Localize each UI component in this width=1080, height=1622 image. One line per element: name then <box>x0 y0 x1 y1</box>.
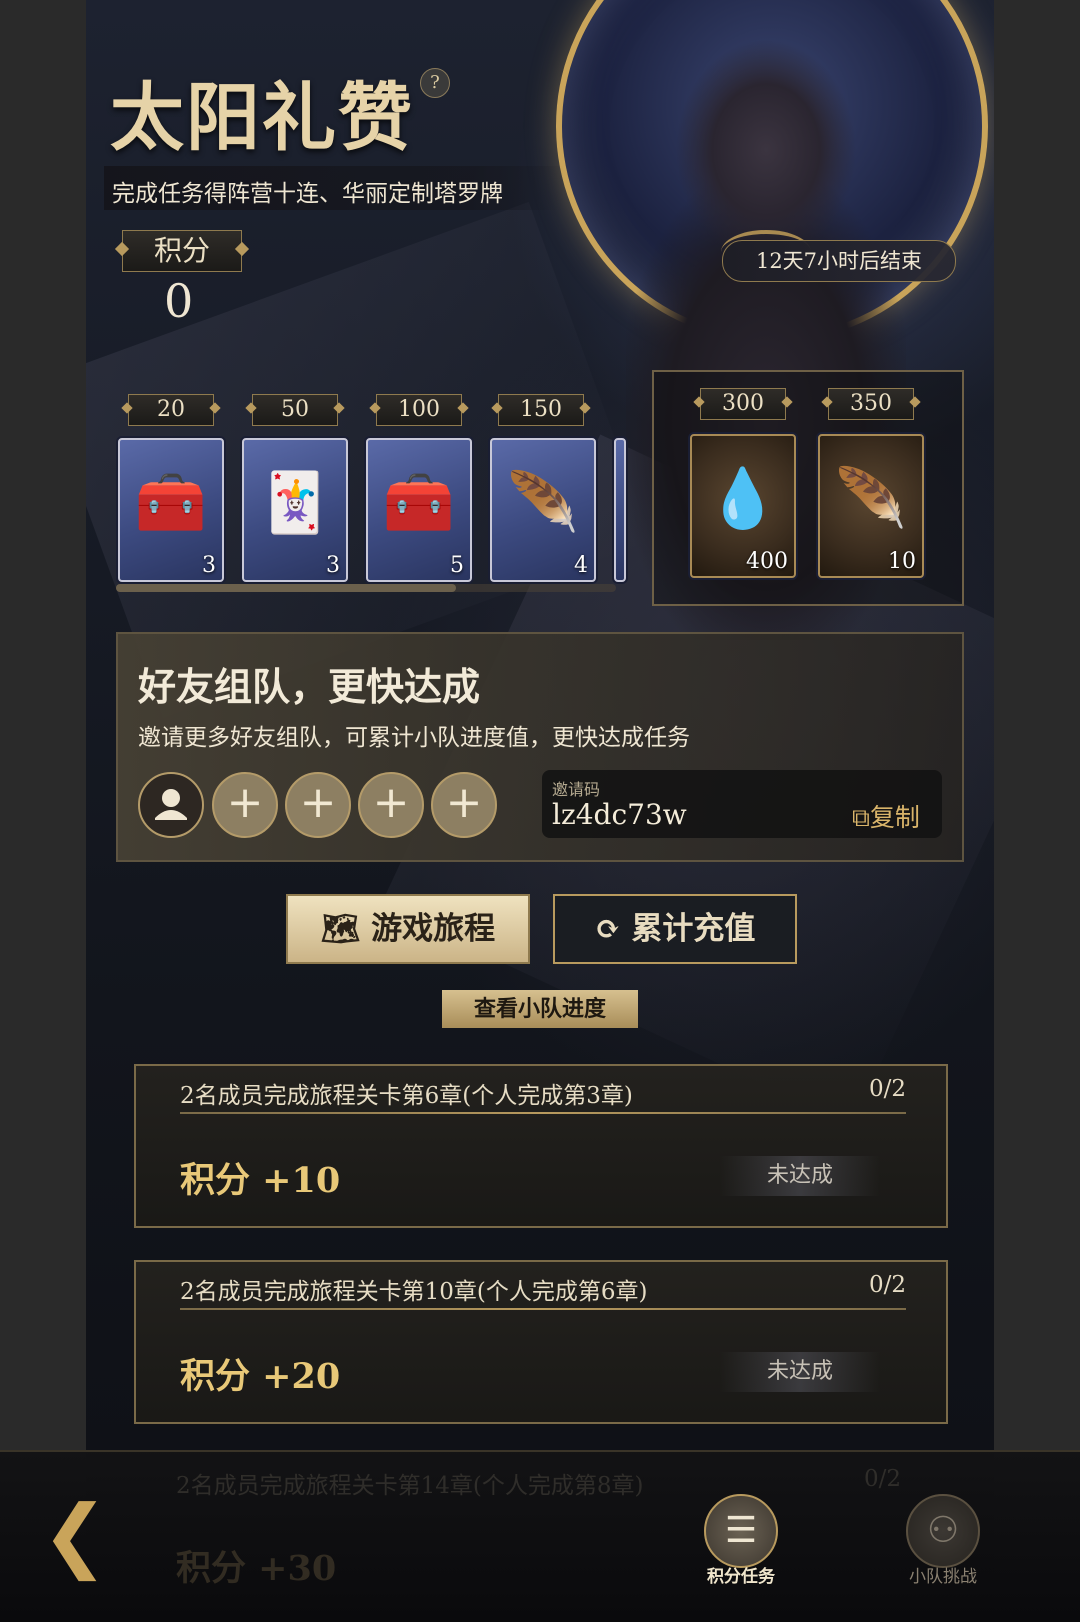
reward-qty: 400 <box>746 549 788 574</box>
view-team-progress-button[interactable]: 查看小队进度 <box>442 990 638 1028</box>
task-points-faded: 积分 +30 <box>176 1548 337 1589</box>
reward-threshold: 20 <box>128 394 214 426</box>
tab-team-challenge[interactable]: ⚇ 小队挑战 <box>888 1494 998 1594</box>
tab-label: 小队挑战 <box>909 1567 977 1587</box>
reward-card[interactable]: 🪶 10 <box>818 434 924 578</box>
back-arrow-icon[interactable]: ❮ <box>30 1490 120 1580</box>
reward-threshold: 50 <box>252 394 338 426</box>
reward-card[interactable]: 🧰 3 <box>118 438 224 582</box>
reward-qty: 3 <box>326 553 340 578</box>
task-description-faded: 2名成员完成旅程关卡第14章(个人完成第8章) <box>176 1473 644 1499</box>
reward-card[interactable]: 💧 400 <box>690 434 796 578</box>
team-title: 好友组队，更快达成 <box>138 664 481 709</box>
task-status-button[interactable]: 未达成 <box>720 1352 880 1392</box>
dark-feather-icon: 🪶 <box>506 468 580 536</box>
divider <box>180 1308 906 1310</box>
event-end-timer: 12天7小时后结束 <box>722 240 956 282</box>
rewards-scrollbar[interactable] <box>116 584 616 592</box>
divider <box>180 1112 906 1114</box>
game-journey-label: 游戏旅程 <box>371 911 496 947</box>
task-points: 积分 +10 <box>180 1160 341 1201</box>
chest-upgrade-icon: 🧰 <box>134 468 208 536</box>
reward-card[interactable]: 🃏 3 <box>242 438 348 582</box>
score-value: 0 <box>164 274 194 328</box>
add-member-button[interactable]: + <box>358 772 424 838</box>
left-margin <box>0 0 86 1620</box>
task-card: 2名成员完成旅程关卡第10章(个人完成第6章) 0/2 积分 +20 未达成 <box>134 1260 948 1424</box>
score-label: 积分 <box>122 230 242 272</box>
task-progress: 0/2 <box>868 1076 906 1102</box>
task-progress: 0/2 <box>868 1272 906 1298</box>
cumulative-recharge-label: 累计充值 <box>631 911 756 947</box>
scrollbar-thumb[interactable] <box>116 584 456 592</box>
help-icon[interactable]: ? <box>420 68 450 98</box>
reward-threshold: 150 <box>498 394 584 426</box>
blue-gem-icon: 💧 <box>706 464 780 532</box>
reward-qty: 10 <box>888 549 916 574</box>
reward-card[interactable]: 🪶 4 <box>490 438 596 582</box>
game-journey-button[interactable]: 🗺 游戏旅程 <box>286 894 530 964</box>
cumulative-recharge-button[interactable]: ⟳ 累计充值 <box>553 894 797 964</box>
task-progress-faded: 0/2 <box>864 1466 902 1492</box>
reward-threshold: 100 <box>376 394 462 426</box>
tab-score-tasks[interactable]: ☰ 积分任务 <box>686 1494 796 1594</box>
reward-card-partial[interactable] <box>614 438 626 582</box>
recharge-icon: ⟳ <box>594 911 621 947</box>
copy-icon: ⧉ <box>852 803 870 832</box>
tab-label: 积分任务 <box>707 1567 775 1587</box>
gold-feather-icon: 🪶 <box>834 464 908 532</box>
chest-upgrade-icon: 🧰 <box>382 468 456 536</box>
coin-stack-icon: ☰ <box>704 1494 778 1568</box>
tarot-card-icon: 🃏 <box>258 468 332 536</box>
reward-qty: 4 <box>574 553 588 578</box>
add-member-button[interactable]: + <box>431 772 497 838</box>
right-margin <box>994 0 1080 1620</box>
invite-code: lz4dc73w <box>552 798 687 831</box>
map-icon: 🗺 <box>320 911 361 947</box>
reward-card[interactable]: 🧰 5 <box>366 438 472 582</box>
reward-threshold: 300 <box>700 388 786 420</box>
team-description: 邀请更多好友组队，可累计小队进度值，更快达成任务 <box>138 725 690 751</box>
task-points: 积分 +20 <box>180 1356 341 1397</box>
add-member-button[interactable]: + <box>212 772 278 838</box>
event-title: 太阳礼赞 <box>110 75 414 161</box>
task-description: 2名成员完成旅程关卡第10章(个人完成第6章) <box>180 1279 648 1305</box>
add-member-button[interactable]: + <box>285 772 351 838</box>
invite-label: 邀请码 <box>552 780 601 799</box>
self-avatar <box>138 772 204 838</box>
task-card: 2名成员完成旅程关卡第6章(个人完成第3章) 0/2 积分 +10 未达成 <box>134 1064 948 1228</box>
task-status-button[interactable]: 未达成 <box>720 1156 880 1196</box>
team-icon: ⚇ <box>906 1494 980 1568</box>
event-subtitle: 完成任务得阵营十连、华丽定制塔罗牌 <box>112 181 503 207</box>
copy-button[interactable]: ⧉复制 <box>852 798 920 834</box>
user-icon <box>155 789 187 820</box>
reward-qty: 3 <box>202 553 216 578</box>
task-description: 2名成员完成旅程关卡第6章(个人完成第3章) <box>180 1083 633 1109</box>
reward-threshold: 350 <box>828 388 914 420</box>
reward-qty: 5 <box>450 553 464 578</box>
copy-label: 复制 <box>869 803 920 832</box>
